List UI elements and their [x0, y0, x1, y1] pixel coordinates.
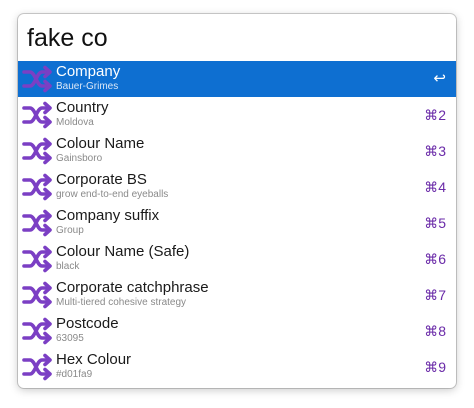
shuffle-icon [22, 281, 52, 309]
result-item-postcode[interactable]: Postcode 63095 ⌘8 [18, 313, 456, 349]
result-item-corporate-catchphrase[interactable]: Corporate catchphrase Multi-tiered cohes… [18, 277, 456, 313]
result-subtitle: Multi-tiered cohesive strategy [56, 297, 187, 308]
shuffle-icon [22, 137, 52, 165]
shuffle-icon [22, 353, 52, 381]
result-title: Corporate catchphrase [56, 279, 209, 296]
search-input[interactable] [27, 24, 437, 53]
result-title: Colour Name (Safe) [56, 243, 190, 260]
shortcut-hint: ⌘7 [424, 287, 446, 303]
result-title: Hex Colour [56, 351, 132, 368]
shuffle-icon [22, 173, 52, 201]
result-item-company[interactable]: Company Bauer-Grimes ↩ [18, 61, 456, 97]
return-key-hint: ↩ [433, 70, 446, 87]
shuffle-icon [22, 245, 52, 273]
result-subtitle: Moldova [56, 117, 94, 128]
result-item-colour-name[interactable]: Colour Name Gainsboro ⌘3 [18, 133, 456, 169]
result-subtitle: Bauer-Grimes [56, 81, 119, 92]
shortcut-hint: ⌘5 [424, 215, 446, 231]
result-item-country[interactable]: Country Moldova ⌘2 [18, 97, 456, 133]
shortcut-hint: ⌘9 [424, 359, 446, 375]
result-item-company-suffix[interactable]: Company suffix Group ⌘5 [18, 205, 456, 241]
shuffle-icon [22, 209, 52, 237]
result-title: Colour Name [56, 135, 145, 152]
shortcut-hint: ⌘2 [424, 107, 446, 123]
result-item-corporate-bs[interactable]: Corporate BS grow end-to-end eyeballs ⌘4 [18, 169, 456, 205]
result-subtitle: black [56, 261, 80, 272]
result-subtitle: #d01fa9 [56, 369, 93, 380]
result-subtitle: 63095 [56, 333, 84, 344]
results-list: Company Bauer-Grimes ↩ Country Moldova ⌘… [18, 61, 456, 385]
launcher-window: Company Bauer-Grimes ↩ Country Moldova ⌘… [18, 14, 456, 388]
result-title: Corporate BS [56, 171, 147, 188]
shortcut-hint: ⌘3 [424, 143, 446, 159]
result-title: Country [56, 99, 109, 116]
shortcut-hint: ⌘8 [424, 323, 446, 339]
result-title: Company [56, 63, 121, 80]
search-bar [18, 14, 456, 61]
result-subtitle: grow end-to-end eyeballs [56, 189, 169, 200]
shuffle-icon [22, 317, 52, 345]
result-title: Postcode [56, 315, 119, 332]
shuffle-icon [22, 65, 52, 93]
result-item-hex-colour[interactable]: Hex Colour #d01fa9 ⌘9 [18, 349, 456, 385]
shortcut-hint: ⌘4 [424, 179, 446, 195]
shuffle-icon [22, 101, 52, 129]
shortcut-hint: ⌘6 [424, 251, 446, 267]
result-subtitle: Gainsboro [56, 153, 103, 164]
result-subtitle: Group [56, 225, 84, 236]
result-title: Company suffix [56, 207, 160, 224]
result-item-colour-name-safe[interactable]: Colour Name (Safe) black ⌘6 [18, 241, 456, 277]
